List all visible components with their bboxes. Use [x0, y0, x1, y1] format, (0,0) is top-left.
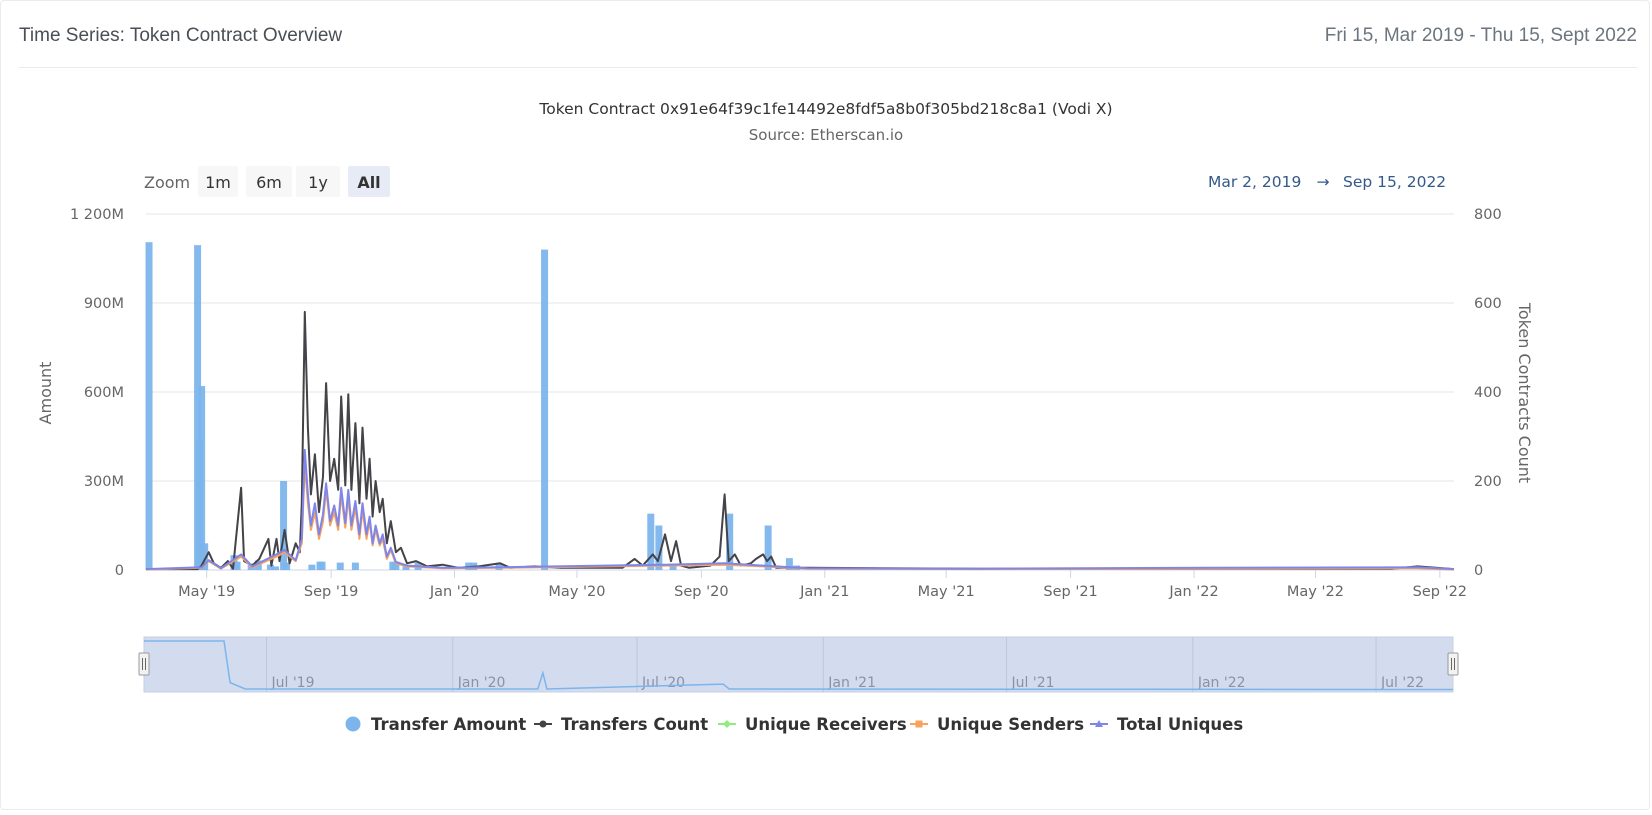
- y-axis-right: 0 200 400 600 800: [1474, 207, 1502, 579]
- legend-item-unique-senders[interactable]: Unique Senders: [910, 715, 1084, 734]
- chart-container: Token Contract 0x91e64f39c1fe14492e8fdf5…: [0, 70, 1652, 810]
- zoom-button-label: All: [357, 173, 380, 192]
- x-tick-label: May '20: [548, 584, 605, 600]
- legend-label: Unique Senders: [937, 715, 1084, 734]
- legend-item-unique-receivers[interactable]: Unique Receivers: [718, 715, 907, 734]
- navigator-handle-body[interactable]: [1447, 652, 1459, 676]
- range-display: Mar 2, 2019 → Sep 15, 2022: [1208, 173, 1446, 191]
- zoom-button-all[interactable]: All: [348, 166, 390, 197]
- chart-svg: Token Contract 0x91e64f39c1fe14492e8fdf5…: [36, 100, 1534, 734]
- x-tick-label: Sep '19: [304, 584, 358, 600]
- legend-item-transfer-amount[interactable]: Transfer Amount: [345, 715, 527, 734]
- legend-item-total-uniques[interactable]: Total Uniques: [1090, 715, 1243, 734]
- zoom-button-label: 6m: [256, 173, 282, 192]
- bar-transfer-amount: [647, 513, 655, 570]
- bar-transfer-amount: [541, 249, 549, 570]
- y-tick-label-left: 600M: [84, 385, 124, 401]
- y-tick-label-right: 200: [1474, 474, 1502, 490]
- bar-transfer-amount: [308, 564, 316, 570]
- x-tick-label: May '22: [1287, 584, 1344, 600]
- y-tick-label-left: 300M: [84, 474, 124, 490]
- transfer-amount-series: [145, 242, 800, 570]
- card-header: Time Series: Token Contract Overview Fri…: [19, 1, 1637, 68]
- bar-transfer-amount: [145, 242, 153, 570]
- navigator-handle-body[interactable]: [138, 652, 150, 676]
- chart-title: Token Contract 0x91e64f39c1fe14492e8fdf5…: [538, 100, 1112, 118]
- bar-transfer-amount: [764, 525, 772, 570]
- bar-transfer-amount: [271, 566, 279, 570]
- y-tick-label-right: 800: [1474, 207, 1502, 223]
- card-date-range: Fri 15, Mar 2019 - Thu 15, Sept 2022: [1324, 25, 1637, 46]
- gridlines: [146, 213, 1454, 571]
- x-tick-label: May '19: [178, 584, 235, 600]
- line-transfers-count: [146, 310, 1455, 571]
- range-from[interactable]: Mar 2, 2019: [1208, 173, 1301, 191]
- card-title: Time Series: Token Contract Overview: [19, 25, 343, 46]
- bar-transfer-amount: [233, 561, 241, 570]
- zoom-button-1m[interactable]: 1m: [198, 166, 238, 197]
- x-tick-label: Sep '21: [1043, 584, 1097, 600]
- legend-marker: [915, 720, 923, 728]
- zoom-button-label: 1m: [205, 173, 231, 192]
- legend-label: Transfers Count: [561, 715, 708, 734]
- y-tick-label-left: 1 200M: [70, 207, 124, 223]
- y-tick-label-left: 0: [115, 563, 124, 579]
- chart-subtitle: Source: Etherscan.io: [749, 126, 903, 144]
- y-tick-label-right: 400: [1474, 385, 1502, 401]
- zoom-label: Zoom: [144, 173, 190, 192]
- legend-item-transfers-count[interactable]: Transfers Count: [534, 715, 708, 734]
- y-tick-label-left: 900M: [84, 296, 124, 312]
- x-tick-label: Jan '21: [799, 584, 849, 600]
- range-arrow: →: [1317, 173, 1330, 191]
- legend-symbol-circle: [345, 716, 361, 732]
- y-axis-left: 0 300M 600M 900M 1 200M: [70, 207, 124, 579]
- line-unique-senders: [145, 462, 1455, 571]
- legend-label: Total Uniques: [1117, 715, 1243, 734]
- legend: Transfer Amount Transfers Count Unique Rec…: [345, 715, 1243, 734]
- x-tick-label: May '21: [918, 584, 975, 600]
- navigator-handle-left[interactable]: [138, 652, 150, 676]
- y-axis-title-right: Token Contracts Count: [1515, 302, 1534, 483]
- navigator-tick-label: Jul '22: [1380, 675, 1424, 691]
- x-axis: May '19 Sep '19 Jan '20 May '20 Sep '20 Jan '…: [178, 570, 1467, 600]
- legend-label: Unique Receivers: [745, 715, 907, 734]
- x-tick-label: Sep '20: [674, 584, 728, 600]
- navigator-tick-label: Jul '20: [641, 675, 685, 691]
- zoom-button-6m[interactable]: 6m: [246, 166, 292, 197]
- line-series: [145, 310, 1455, 571]
- bar-transfer-amount: [318, 561, 326, 570]
- legend-marker: [539, 720, 547, 728]
- bar-transfer-amount: [336, 562, 344, 570]
- navigator-handle-right[interactable]: [1447, 652, 1459, 676]
- bar-transfer-amount: [351, 562, 359, 570]
- y-tick-label-right: 0: [1474, 563, 1483, 579]
- x-tick-label: Sep '22: [1413, 584, 1467, 600]
- x-tick-label: Jan '22: [1168, 584, 1218, 600]
- y-axis-title-left: Amount: [36, 362, 55, 425]
- legend-marker: [723, 720, 731, 728]
- bar-transfer-amount: [198, 386, 206, 570]
- zoom-buttons: 1m 6m 1y All: [198, 166, 390, 197]
- range-to[interactable]: Sep 15, 2022: [1343, 173, 1446, 191]
- navigator-mask: [143, 636, 1454, 693]
- zoom-button-1y[interactable]: 1y: [296, 166, 340, 197]
- y-tick-label-right: 600: [1474, 296, 1502, 312]
- legend-label: Transfer Amount: [371, 715, 526, 734]
- zoom-button-label: 1y: [308, 173, 328, 192]
- x-tick-label: Jan '20: [429, 584, 479, 600]
- navigator[interactable]: Jul '19 Jan '20 Jul '20 Jan '21 Jul '21 Jan '…: [138, 636, 1459, 693]
